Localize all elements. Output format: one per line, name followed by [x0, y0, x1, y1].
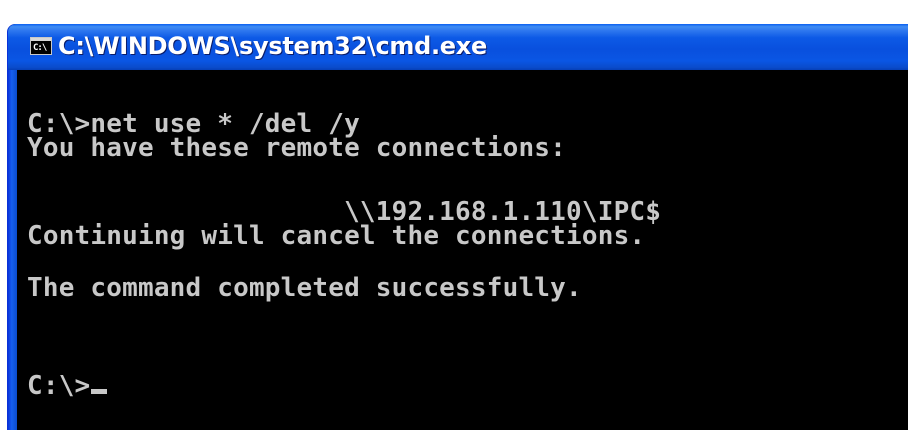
desktop: C:\ C:\WINDOWS\system32\cmd.exe C:\>net … [0, 0, 908, 430]
console-app-icon[interactable]: C:\ [30, 37, 52, 55]
console-line-remote-connections: You have these remote connections: [27, 133, 567, 163]
text-cursor [91, 389, 108, 394]
window-left-border [8, 70, 17, 430]
title-bar[interactable]: C:\ C:\WINDOWS\system32\cmd.exe [8, 24, 908, 70]
console-line-completed: The command completed successfully. [27, 273, 582, 303]
prompt-text: C:\> [27, 371, 91, 401]
console-output[interactable]: C:\>net use * /del /y You have these rem… [17, 70, 908, 430]
window-title: C:\WINDOWS\system32\cmd.exe [58, 32, 487, 60]
console-line-prompt[interactable]: C:\> [27, 371, 108, 401]
console-line-continuing: Continuing will cancel the connections. [27, 221, 646, 251]
cmd-window[interactable]: C:\ C:\WINDOWS\system32\cmd.exe C:\>net … [8, 24, 908, 430]
console-app-icon-label: C:\ [33, 43, 47, 53]
